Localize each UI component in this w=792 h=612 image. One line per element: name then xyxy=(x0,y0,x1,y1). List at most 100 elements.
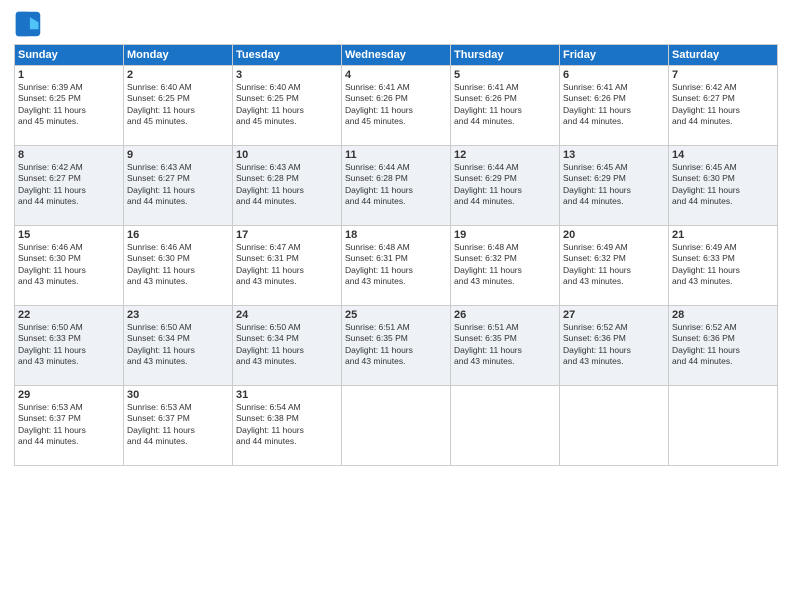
calendar-cell: 16Sunrise: 6:46 AM Sunset: 6:30 PM Dayli… xyxy=(124,226,233,306)
day-info: Sunrise: 6:42 AM Sunset: 6:27 PM Dayligh… xyxy=(18,162,120,208)
calendar: SundayMondayTuesdayWednesdayThursdayFrid… xyxy=(14,44,778,466)
calendar-cell: 4Sunrise: 6:41 AM Sunset: 6:26 PM Daylig… xyxy=(342,66,451,146)
day-info: Sunrise: 6:48 AM Sunset: 6:31 PM Dayligh… xyxy=(345,242,447,288)
calendar-cell: 15Sunrise: 6:46 AM Sunset: 6:30 PM Dayli… xyxy=(15,226,124,306)
calendar-cell: 17Sunrise: 6:47 AM Sunset: 6:31 PM Dayli… xyxy=(233,226,342,306)
day-info: Sunrise: 6:46 AM Sunset: 6:30 PM Dayligh… xyxy=(127,242,229,288)
day-info: Sunrise: 6:52 AM Sunset: 6:36 PM Dayligh… xyxy=(672,322,774,368)
day-number: 24 xyxy=(236,309,338,321)
calendar-cell xyxy=(451,386,560,466)
calendar-cell: 25Sunrise: 6:51 AM Sunset: 6:35 PM Dayli… xyxy=(342,306,451,386)
day-number: 16 xyxy=(127,229,229,241)
calendar-cell: 22Sunrise: 6:50 AM Sunset: 6:33 PM Dayli… xyxy=(15,306,124,386)
day-number: 13 xyxy=(563,149,665,161)
calendar-cell: 1Sunrise: 6:39 AM Sunset: 6:25 PM Daylig… xyxy=(15,66,124,146)
day-number: 9 xyxy=(127,149,229,161)
logo-icon xyxy=(14,10,42,38)
day-info: Sunrise: 6:52 AM Sunset: 6:36 PM Dayligh… xyxy=(563,322,665,368)
calendar-cell: 24Sunrise: 6:50 AM Sunset: 6:34 PM Dayli… xyxy=(233,306,342,386)
calendar-cell: 12Sunrise: 6:44 AM Sunset: 6:29 PM Dayli… xyxy=(451,146,560,226)
day-number: 29 xyxy=(18,389,120,401)
day-info: Sunrise: 6:49 AM Sunset: 6:33 PM Dayligh… xyxy=(672,242,774,288)
day-number: 21 xyxy=(672,229,774,241)
calendar-cell: 21Sunrise: 6:49 AM Sunset: 6:33 PM Dayli… xyxy=(669,226,778,306)
calendar-cell xyxy=(342,386,451,466)
calendar-cell: 14Sunrise: 6:45 AM Sunset: 6:30 PM Dayli… xyxy=(669,146,778,226)
calendar-cell: 18Sunrise: 6:48 AM Sunset: 6:31 PM Dayli… xyxy=(342,226,451,306)
day-number: 26 xyxy=(454,309,556,321)
day-number: 30 xyxy=(127,389,229,401)
calendar-cell xyxy=(560,386,669,466)
day-info: Sunrise: 6:44 AM Sunset: 6:28 PM Dayligh… xyxy=(345,162,447,208)
weekday-header: Sunday xyxy=(15,45,124,66)
calendar-week-row: 8Sunrise: 6:42 AM Sunset: 6:27 PM Daylig… xyxy=(15,146,778,226)
day-info: Sunrise: 6:41 AM Sunset: 6:26 PM Dayligh… xyxy=(454,82,556,128)
calendar-cell: 27Sunrise: 6:52 AM Sunset: 6:36 PM Dayli… xyxy=(560,306,669,386)
day-info: Sunrise: 6:50 AM Sunset: 6:33 PM Dayligh… xyxy=(18,322,120,368)
calendar-cell: 28Sunrise: 6:52 AM Sunset: 6:36 PM Dayli… xyxy=(669,306,778,386)
calendar-week-row: 22Sunrise: 6:50 AM Sunset: 6:33 PM Dayli… xyxy=(15,306,778,386)
calendar-cell: 6Sunrise: 6:41 AM Sunset: 6:26 PM Daylig… xyxy=(560,66,669,146)
day-number: 2 xyxy=(127,69,229,81)
weekday-header: Wednesday xyxy=(342,45,451,66)
calendar-cell: 13Sunrise: 6:45 AM Sunset: 6:29 PM Dayli… xyxy=(560,146,669,226)
day-info: Sunrise: 6:49 AM Sunset: 6:32 PM Dayligh… xyxy=(563,242,665,288)
day-number: 10 xyxy=(236,149,338,161)
day-info: Sunrise: 6:54 AM Sunset: 6:38 PM Dayligh… xyxy=(236,402,338,448)
day-number: 20 xyxy=(563,229,665,241)
day-info: Sunrise: 6:41 AM Sunset: 6:26 PM Dayligh… xyxy=(563,82,665,128)
day-info: Sunrise: 6:51 AM Sunset: 6:35 PM Dayligh… xyxy=(345,322,447,368)
day-info: Sunrise: 6:53 AM Sunset: 6:37 PM Dayligh… xyxy=(127,402,229,448)
calendar-cell: 23Sunrise: 6:50 AM Sunset: 6:34 PM Dayli… xyxy=(124,306,233,386)
day-number: 7 xyxy=(672,69,774,81)
calendar-cell: 2Sunrise: 6:40 AM Sunset: 6:25 PM Daylig… xyxy=(124,66,233,146)
day-number: 3 xyxy=(236,69,338,81)
day-number: 31 xyxy=(236,389,338,401)
calendar-cell xyxy=(669,386,778,466)
day-number: 23 xyxy=(127,309,229,321)
day-info: Sunrise: 6:45 AM Sunset: 6:29 PM Dayligh… xyxy=(563,162,665,208)
day-number: 22 xyxy=(18,309,120,321)
day-number: 19 xyxy=(454,229,556,241)
calendar-cell: 9Sunrise: 6:43 AM Sunset: 6:27 PM Daylig… xyxy=(124,146,233,226)
day-info: Sunrise: 6:42 AM Sunset: 6:27 PM Dayligh… xyxy=(672,82,774,128)
day-number: 4 xyxy=(345,69,447,81)
weekday-header: Thursday xyxy=(451,45,560,66)
day-info: Sunrise: 6:43 AM Sunset: 6:28 PM Dayligh… xyxy=(236,162,338,208)
calendar-cell: 8Sunrise: 6:42 AM Sunset: 6:27 PM Daylig… xyxy=(15,146,124,226)
calendar-cell: 7Sunrise: 6:42 AM Sunset: 6:27 PM Daylig… xyxy=(669,66,778,146)
calendar-week-row: 29Sunrise: 6:53 AM Sunset: 6:37 PM Dayli… xyxy=(15,386,778,466)
calendar-cell: 30Sunrise: 6:53 AM Sunset: 6:37 PM Dayli… xyxy=(124,386,233,466)
day-number: 14 xyxy=(672,149,774,161)
day-info: Sunrise: 6:50 AM Sunset: 6:34 PM Dayligh… xyxy=(127,322,229,368)
calendar-cell: 26Sunrise: 6:51 AM Sunset: 6:35 PM Dayli… xyxy=(451,306,560,386)
day-info: Sunrise: 6:40 AM Sunset: 6:25 PM Dayligh… xyxy=(127,82,229,128)
day-number: 12 xyxy=(454,149,556,161)
day-info: Sunrise: 6:41 AM Sunset: 6:26 PM Dayligh… xyxy=(345,82,447,128)
day-info: Sunrise: 6:46 AM Sunset: 6:30 PM Dayligh… xyxy=(18,242,120,288)
calendar-cell: 5Sunrise: 6:41 AM Sunset: 6:26 PM Daylig… xyxy=(451,66,560,146)
day-info: Sunrise: 6:44 AM Sunset: 6:29 PM Dayligh… xyxy=(454,162,556,208)
day-info: Sunrise: 6:39 AM Sunset: 6:25 PM Dayligh… xyxy=(18,82,120,128)
calendar-cell: 20Sunrise: 6:49 AM Sunset: 6:32 PM Dayli… xyxy=(560,226,669,306)
day-info: Sunrise: 6:47 AM Sunset: 6:31 PM Dayligh… xyxy=(236,242,338,288)
day-number: 17 xyxy=(236,229,338,241)
calendar-header-row: SundayMondayTuesdayWednesdayThursdayFrid… xyxy=(15,45,778,66)
day-number: 18 xyxy=(345,229,447,241)
day-number: 27 xyxy=(563,309,665,321)
day-number: 15 xyxy=(18,229,120,241)
calendar-week-row: 1Sunrise: 6:39 AM Sunset: 6:25 PM Daylig… xyxy=(15,66,778,146)
calendar-cell: 11Sunrise: 6:44 AM Sunset: 6:28 PM Dayli… xyxy=(342,146,451,226)
day-info: Sunrise: 6:53 AM Sunset: 6:37 PM Dayligh… xyxy=(18,402,120,448)
day-number: 6 xyxy=(563,69,665,81)
calendar-week-row: 15Sunrise: 6:46 AM Sunset: 6:30 PM Dayli… xyxy=(15,226,778,306)
day-number: 28 xyxy=(672,309,774,321)
calendar-cell: 29Sunrise: 6:53 AM Sunset: 6:37 PM Dayli… xyxy=(15,386,124,466)
day-number: 11 xyxy=(345,149,447,161)
day-info: Sunrise: 6:43 AM Sunset: 6:27 PM Dayligh… xyxy=(127,162,229,208)
calendar-cell: 10Sunrise: 6:43 AM Sunset: 6:28 PM Dayli… xyxy=(233,146,342,226)
day-info: Sunrise: 6:40 AM Sunset: 6:25 PM Dayligh… xyxy=(236,82,338,128)
logo xyxy=(14,10,44,38)
day-info: Sunrise: 6:45 AM Sunset: 6:30 PM Dayligh… xyxy=(672,162,774,208)
day-number: 5 xyxy=(454,69,556,81)
